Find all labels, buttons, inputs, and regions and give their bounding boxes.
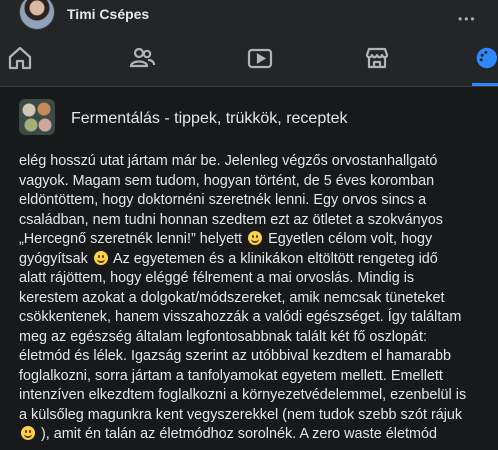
- smile-emoji-icon: [93, 250, 108, 265]
- gaming-icon: [476, 47, 498, 69]
- post-line: „Hercegnő szeretnék lenni!” helyett Egye…: [19, 230, 485, 250]
- group-header[interactable]: Fermentálás - tippek, trükkök, receptek: [0, 87, 498, 149]
- post-line: intenzíven elkezdtem foglalkozni a körny…: [19, 386, 485, 406]
- post-line-text: meg az egészség általam legfontosabbnak …: [19, 328, 427, 345]
- post-line: ), amit én talán az életmódhoz sorolnék.…: [19, 425, 485, 445]
- post-line-text: csökkentenek, hanem visszahozzák a valód…: [19, 309, 462, 325]
- post-line-text: családban, nem tudni honnan szedtem ezt …: [19, 211, 443, 228]
- post-line-text: a külsőleg magunkra kent vegyszerekkel (…: [19, 406, 463, 423]
- post-line-text: alatt rájöttem, hogy eléggé félrement a …: [19, 270, 415, 286]
- post-line: a külsőleg magunkra kent vegyszerekkel (…: [19, 406, 485, 426]
- smile-emoji-icon: [248, 231, 263, 245]
- post-line: elég hosszú utat jártam már be. Jelenleg…: [19, 152, 485, 172]
- post-line-text: elég hosszú utat jártam már be. Jelenleg…: [19, 153, 438, 169]
- post-line: foglalkozni, sorra jártam a tanfolyamoka…: [19, 367, 485, 387]
- more-options-icon[interactable]: •••: [458, 13, 478, 25]
- post-line: alatt rájöttem, hogy eléggé félrement a …: [19, 269, 485, 289]
- group-title[interactable]: Fermentálás - tippek, trükkök, receptek: [71, 110, 348, 128]
- main-navigation: [0, 32, 498, 87]
- post-body: elég hosszú utat jártam már be. Jelenleg…: [19, 152, 485, 445]
- active-tab-indicator: [472, 83, 498, 86]
- post-line-text: Az egyetemen és a klinikákon eltöltött r…: [113, 250, 438, 267]
- nav-gaming[interactable]: [472, 32, 498, 84]
- groups-icon: [129, 47, 156, 68]
- post-line: gyógyítsak Az egyetemen és a klinikákon …: [19, 250, 485, 270]
- nav-groups[interactable]: [122, 32, 162, 84]
- nav-home[interactable]: [0, 32, 40, 84]
- nav-marketplace[interactable]: [357, 32, 397, 84]
- post-line: vagyok. Magam sem tudom, hogyan történt,…: [19, 172, 485, 192]
- post-line-text: életmód és lélek. Igazság szerint az utó…: [19, 348, 451, 364]
- post-line-text: intenzíven elkezdtem foglalkozni a körny…: [19, 387, 467, 403]
- post-line-text: ), amit én talán az életmódhoz sorolnék.…: [41, 426, 437, 442]
- profile-name[interactable]: Timi Csépes: [67, 6, 149, 22]
- post-line: eldöntöttem, hogy doktornéni szeretnék l…: [19, 191, 485, 211]
- post-line-text: „Hercegnő szeretnék lenni!” helyett: [19, 231, 243, 247]
- post-line: családban, nem tudni honnan szedtem ezt …: [19, 211, 485, 231]
- marketplace-icon: [365, 47, 389, 69]
- group-thumbnail[interactable]: [19, 99, 55, 135]
- profile-bar: Timi Csépes •••: [0, 0, 498, 32]
- nav-watch[interactable]: [240, 32, 280, 84]
- post-line: meg az egészség általam legfontosabbnak …: [19, 328, 485, 348]
- home-icon: [8, 46, 32, 70]
- post-line-text: kerestem azokat a dolgokat/módszereket, …: [19, 289, 445, 306]
- post-line-text: eldöntöttem, hogy doktornéni szeretnék l…: [19, 192, 427, 208]
- post-line-text: Egyetlen célom volt, hogy: [268, 231, 433, 247]
- post-line: kerestem azokat a dolgokat/módszereket, …: [19, 289, 485, 309]
- post-line-text: gyógyítsak: [19, 250, 88, 267]
- post-line: csökkentenek, hanem visszahozzák a valód…: [19, 308, 485, 328]
- post-line-text: vagyok. Magam sem tudom, hogyan történt,…: [19, 172, 435, 189]
- watch-icon: [247, 48, 273, 69]
- smile-emoji-icon: [21, 426, 35, 440]
- post-line-text: foglalkozni, sorra jártam a tanfolyamoka…: [19, 367, 443, 384]
- profile-avatar[interactable]: [19, 0, 55, 30]
- post-line: életmód és lélek. Igazság szerint az utó…: [19, 347, 485, 367]
